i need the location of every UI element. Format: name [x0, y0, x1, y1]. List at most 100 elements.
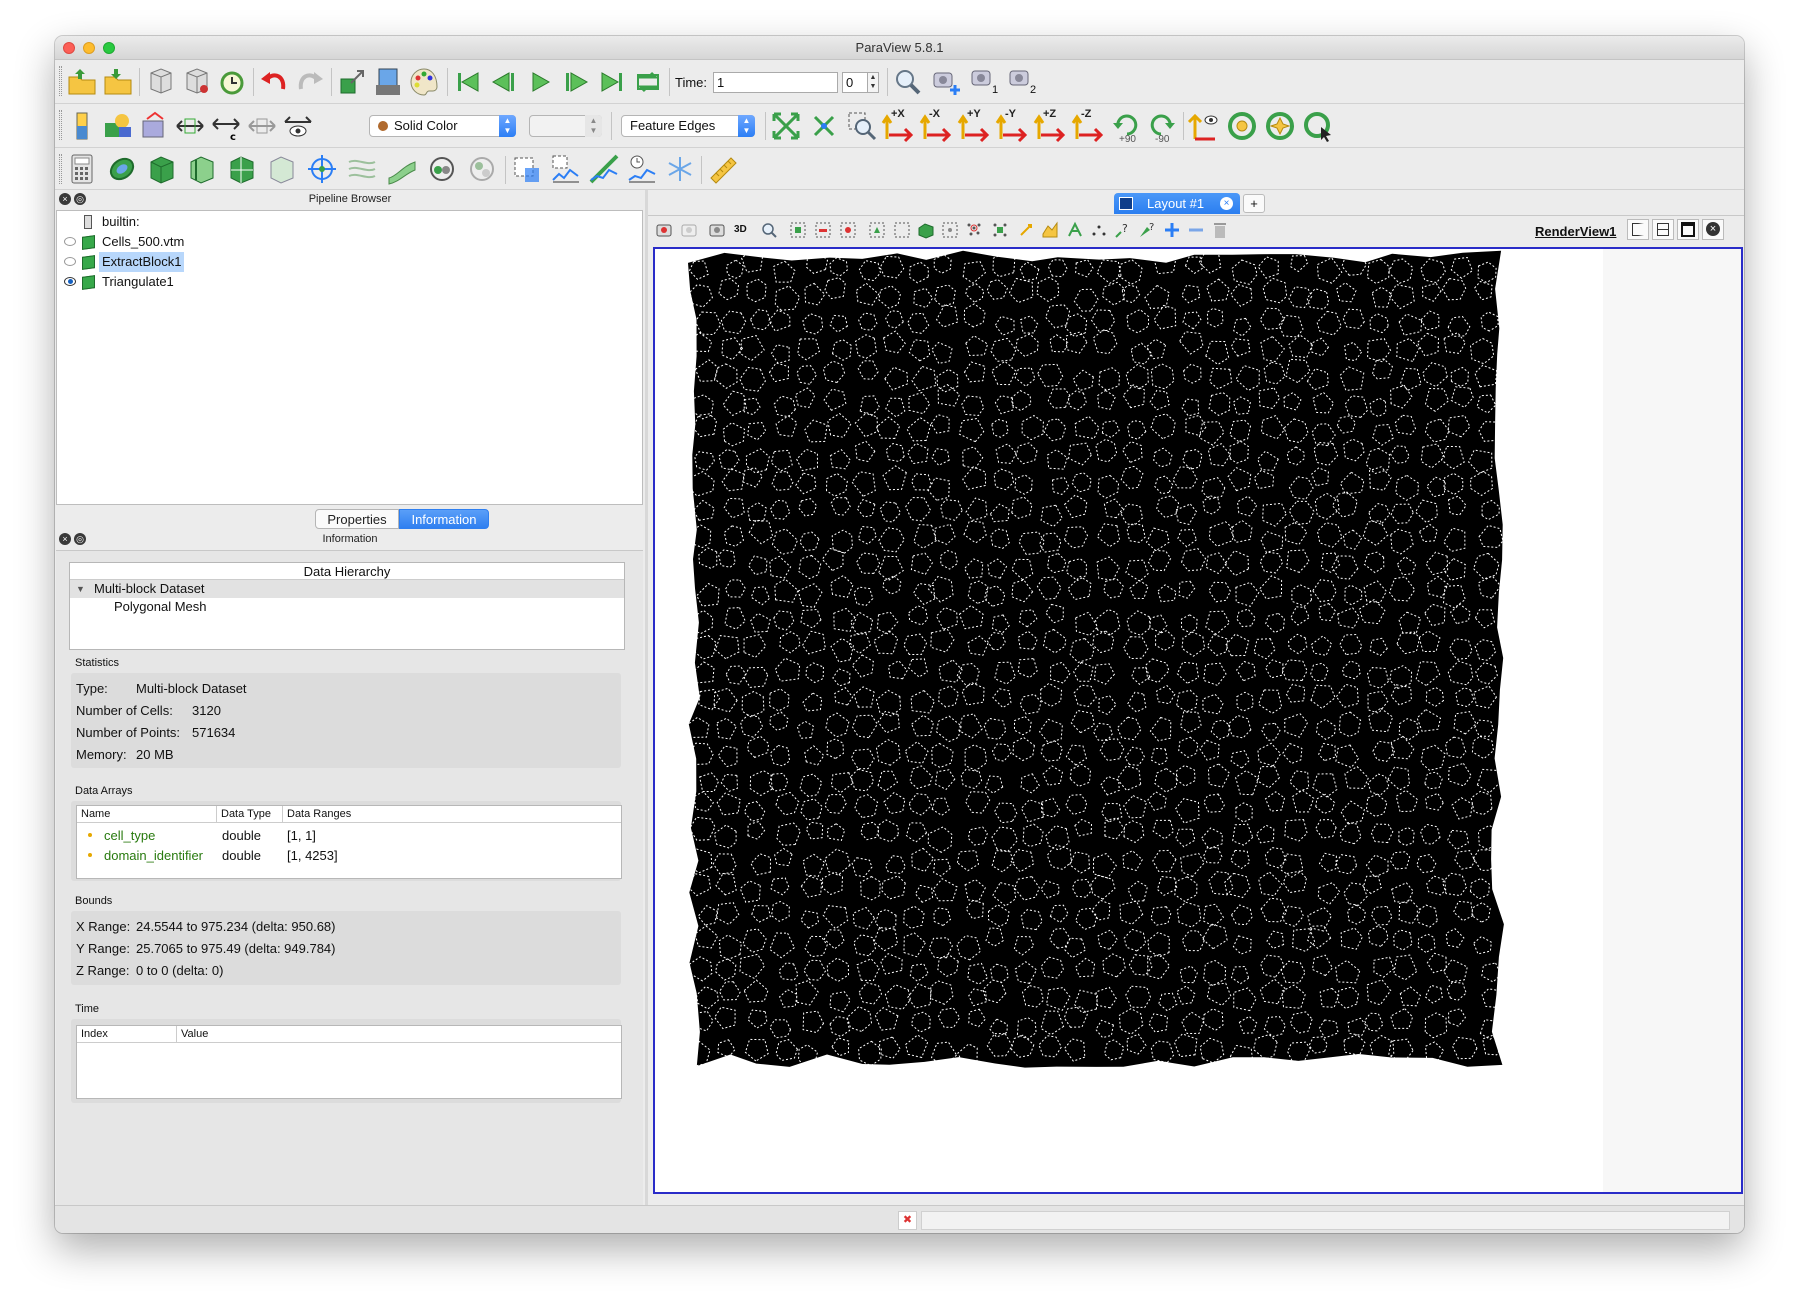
color-by-select[interactable]: Solid Color ▲ ▼	[369, 115, 516, 137]
table-row[interactable]: cell_type double [1, 1]	[77, 826, 621, 846]
zoom-to-data-icon[interactable]	[891, 65, 925, 99]
rescale-temporal-icon[interactable]: c	[209, 109, 243, 143]
reset-center-icon[interactable]	[1225, 109, 1259, 143]
pipeline-item-triangulate[interactable]: Triangulate1	[57, 272, 642, 292]
reset-range-icon[interactable]	[137, 109, 171, 143]
float-panel-icon[interactable]: ◎	[74, 533, 86, 545]
slice-icon[interactable]	[185, 152, 219, 186]
interactive-select-icon[interactable]	[940, 220, 960, 240]
time-value-input[interactable]: 1	[713, 72, 838, 93]
column-header-name[interactable]: Name	[77, 806, 217, 822]
component-select[interactable]: ▲ ▼	[529, 115, 602, 137]
close-view-icon[interactable]: ×	[1702, 219, 1724, 240]
visibility-off-icon[interactable]	[64, 257, 76, 266]
loop-icon[interactable]	[631, 65, 665, 99]
column-header-index[interactable]: Index	[77, 1026, 177, 1042]
color-palette-icon[interactable]	[407, 65, 441, 99]
tab-information[interactable]: Information	[399, 509, 489, 529]
ruler-snowflake-icon[interactable]	[663, 152, 697, 186]
select-cells-on-icon[interactable]	[788, 220, 808, 240]
clip-icon[interactable]	[145, 152, 179, 186]
reset-camera-closest-icon[interactable]	[807, 109, 841, 143]
select-by-label-icon[interactable]	[1065, 220, 1085, 240]
color-legend-icon[interactable]	[65, 109, 99, 143]
find-data-icon[interactable]	[335, 65, 369, 99]
select-points-icon[interactable]	[1089, 220, 1109, 240]
calculator-icon[interactable]	[65, 152, 99, 186]
pipeline-item-cells[interactable]: Cells_500.vtm	[57, 232, 642, 252]
select-blocks-icon[interactable]	[916, 220, 936, 240]
stream-tracer-icon[interactable]	[345, 152, 379, 186]
plot-selection-icon[interactable]	[549, 152, 583, 186]
extract-selection-icon[interactable]	[511, 152, 545, 186]
time-index-input[interactable]: 0	[842, 72, 868, 93]
close-panel-icon[interactable]: ×	[59, 193, 71, 205]
play-icon[interactable]	[523, 65, 557, 99]
select-cells-through-icon[interactable]	[838, 220, 858, 240]
connect-server-icon[interactable]	[143, 65, 177, 99]
warp-vector-icon[interactable]	[385, 152, 419, 186]
close-window-button[interactable]	[63, 42, 75, 54]
plot-over-line-icon[interactable]	[587, 152, 621, 186]
close-layout-icon[interactable]: ×	[1220, 197, 1233, 210]
rescale-visible-icon[interactable]	[245, 109, 279, 143]
save-screenshot-icon[interactable]	[371, 65, 405, 99]
previous-frame-icon[interactable]	[487, 65, 521, 99]
ruler-icon[interactable]	[707, 152, 741, 186]
column-header-value[interactable]: Value	[177, 1026, 621, 1042]
hover-points-icon[interactable]	[964, 220, 984, 240]
add-selection-icon[interactable]	[1162, 220, 1182, 240]
select-points-through-icon[interactable]	[867, 220, 887, 240]
pipeline-item-extractblock[interactable]: ExtractBlock1	[57, 252, 642, 272]
select-polygon-icon[interactable]	[892, 220, 912, 240]
save-data-icon[interactable]	[101, 65, 135, 99]
camera-add-icon[interactable]	[929, 65, 963, 99]
group-datasets-icon[interactable]	[425, 152, 459, 186]
tab-properties[interactable]: Properties	[315, 509, 399, 529]
representation-select[interactable]: Feature Edges ▲ ▼	[621, 115, 755, 137]
query-edit-icon[interactable]: ?	[1137, 220, 1157, 240]
extract-level-icon[interactable]	[465, 152, 499, 186]
zoom-box-icon[interactable]	[759, 220, 779, 240]
rescale-range-eye-icon[interactable]	[281, 109, 315, 143]
time-index-stepper[interactable]: ▲ ▼	[867, 72, 879, 93]
contour-icon[interactable]	[105, 152, 139, 186]
next-frame-icon[interactable]	[559, 65, 593, 99]
show-center-icon[interactable]	[1187, 109, 1221, 143]
close-panel-icon[interactable]: ×	[59, 533, 71, 545]
visibility-off-icon[interactable]	[64, 237, 76, 246]
disconnect-server-icon[interactable]	[179, 65, 213, 99]
add-layout-button[interactable]: +	[1243, 194, 1265, 213]
collapse-triangle-icon[interactable]: ▼	[76, 580, 85, 598]
subtract-selection-icon[interactable]	[1186, 220, 1206, 240]
clear-selection-icon[interactable]	[1210, 220, 1230, 240]
plot-data-over-time-icon[interactable]	[625, 152, 659, 186]
table-row[interactable]: domain_identifier double [1, 4253]	[77, 846, 621, 866]
pipeline-item-builtin[interactable]: builtin:	[57, 212, 642, 232]
hierarchy-child-row[interactable]: Polygonal Mesh	[70, 598, 624, 616]
split-horizontal-icon[interactable]	[1627, 219, 1649, 240]
camera-undo-icon[interactable]	[679, 220, 699, 240]
column-header-ranges[interactable]: Data Ranges	[283, 806, 621, 822]
hover-cells-icon[interactable]	[990, 220, 1010, 240]
shrink-selection-icon[interactable]	[1040, 220, 1060, 240]
reset-session-icon[interactable]	[215, 65, 249, 99]
maximize-view-icon[interactable]	[1677, 219, 1699, 240]
undo-icon[interactable]	[257, 65, 291, 99]
minimize-window-button[interactable]	[83, 42, 95, 54]
threshold-icon[interactable]	[225, 152, 259, 186]
rescale-custom-icon[interactable]	[173, 109, 207, 143]
split-vertical-icon[interactable]	[1652, 219, 1674, 240]
capture-view-icon[interactable]	[654, 220, 674, 240]
interaction-mode-icon[interactable]	[1301, 109, 1335, 143]
query-icon[interactable]: ?	[1113, 220, 1133, 240]
glyph-icon[interactable]	[305, 152, 339, 186]
edit-color-map-icon[interactable]	[101, 109, 135, 143]
screenshot-icon[interactable]	[707, 220, 727, 240]
hierarchy-root-row[interactable]: ▼ Multi-block Dataset	[70, 580, 624, 598]
column-header-type[interactable]: Data Type	[217, 806, 283, 822]
zoom-to-box-icon[interactable]	[845, 109, 879, 143]
open-file-icon[interactable]	[65, 65, 99, 99]
grow-selection-icon[interactable]	[1016, 220, 1036, 240]
pick-center-icon[interactable]	[1263, 109, 1297, 143]
